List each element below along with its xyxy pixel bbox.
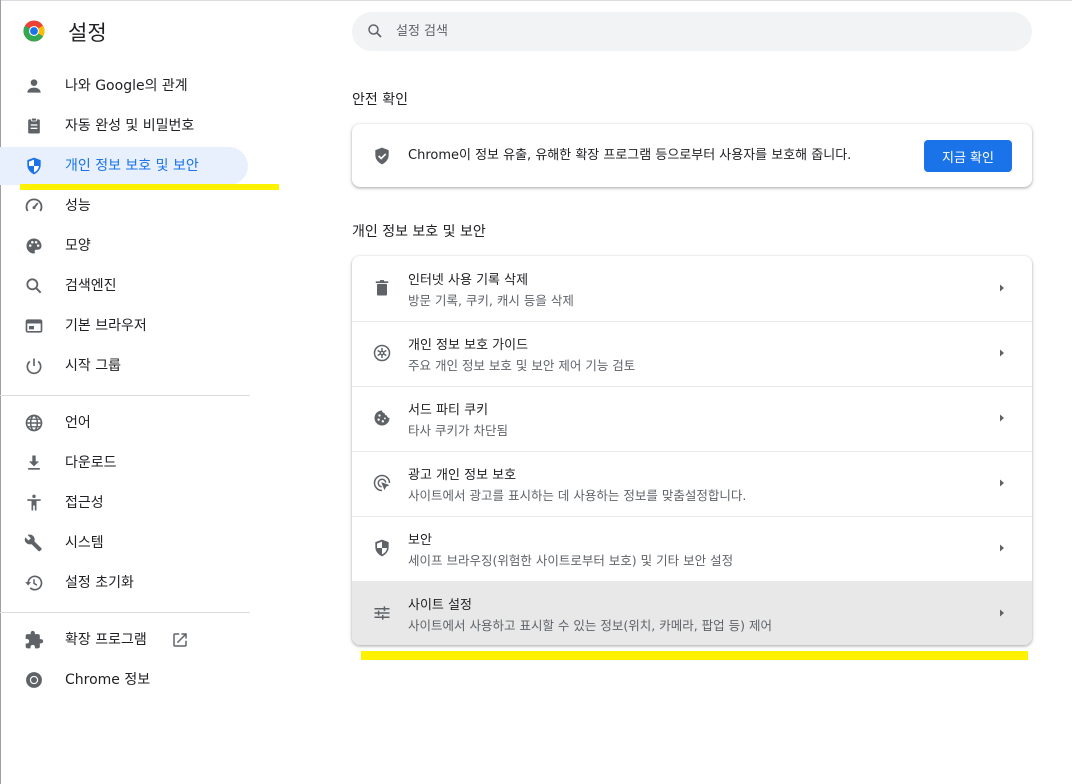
- privacy-section-title: 개인 정보 보호 및 보안: [352, 224, 486, 240]
- sidebar-item-label: 개인 정보 보호 및 보안: [65, 158, 199, 174]
- globe-icon: [25, 414, 43, 432]
- chevron-right-icon: [1000, 284, 1004, 292]
- check-now-button[interactable]: 지금 확인: [924, 140, 1012, 172]
- sidebar-item-system[interactable]: 시스템: [0, 524, 248, 562]
- sidebar-divider: [0, 395, 250, 396]
- history-icon: [25, 575, 43, 591]
- sidebar-item-label: 확장 프로그램: [65, 632, 147, 648]
- trash-icon: [375, 280, 389, 296]
- safety-check-card: Chrome이 정보 유출, 유해한 확장 프로그램 등으로부터 사용자를 보호…: [352, 124, 1032, 187]
- row-third-party-cookies[interactable]: 서드 파티 쿠키 타사 쿠키가 차단됨: [352, 386, 1032, 451]
- sidebar-divider: [0, 612, 250, 613]
- search-input[interactable]: [396, 12, 996, 51]
- safety-check-section-title: 안전 확인: [352, 92, 408, 108]
- sidebar-item-you-and-google[interactable]: 나와 Google의 관계: [0, 67, 248, 105]
- chevron-right-icon: [1000, 479, 1004, 487]
- search-icon: [26, 278, 42, 294]
- chrome-icon: [26, 672, 42, 688]
- row-subtitle: 방문 기록, 쿠키, 캐시 등을 삭제: [408, 293, 574, 308]
- row-subtitle: 사이트에서 사용하고 표시할 수 있는 정보(위치, 카메라, 팝업 등) 제어: [408, 618, 772, 633]
- sidebar-item-label: 시작 그룹: [65, 358, 121, 374]
- sidebar-item-on-startup[interactable]: 시작 그룹: [0, 347, 248, 385]
- row-divider: [352, 516, 1032, 517]
- top-border: [0, 0, 1072, 1]
- row-title: 광고 개인 정보 보호: [408, 468, 517, 483]
- row-clear-browsing-data[interactable]: 인터넷 사용 기록 삭제 방문 기록, 쿠키, 캐시 등을 삭제: [352, 256, 1032, 321]
- sidebar-item-default-browser[interactable]: 기본 브라우저: [0, 307, 248, 345]
- guide-icon: [373, 344, 391, 362]
- palette-icon: [26, 238, 42, 254]
- row-privacy-guide[interactable]: 개인 정보 보호 가이드 주요 개인 정보 보호 및 보안 제어 기능 검토: [352, 321, 1032, 386]
- row-subtitle: 타사 쿠키가 차단됨: [408, 423, 508, 438]
- sidebar-item-label: 검색엔진: [65, 278, 117, 294]
- chevron-right-icon: [1000, 609, 1004, 617]
- page-title: 설정: [68, 21, 107, 45]
- sidebar-item-label: 시스템: [65, 535, 104, 551]
- sidebar-item-label: 자동 완성 및 비밀번호: [65, 118, 195, 134]
- open-in-new-icon[interactable]: [171, 631, 189, 649]
- row-divider: [352, 386, 1032, 387]
- row-site-settings[interactable]: 사이트 설정 사이트에서 사용하고 표시할 수 있는 정보(위치, 카메라, 팝…: [352, 581, 1032, 645]
- search-icon: [368, 24, 382, 38]
- shield-check-icon: [375, 147, 389, 165]
- row-subtitle: 사이트에서 광고를 표시하는 데 사용하는 정보를 맞춤설정합니다.: [408, 488, 747, 503]
- ad-privacy-icon: [373, 474, 391, 492]
- row-subtitle: 주요 개인 정보 보호 및 보안 제어 기능 검토: [408, 358, 636, 373]
- sidebar-item-reset-settings[interactable]: 설정 초기화: [0, 564, 248, 602]
- sidebar-item-privacy-security[interactable]: 개인 정보 보호 및 보안: [0, 147, 248, 185]
- chevron-right-icon: [1000, 349, 1004, 357]
- sidebar-item-appearance[interactable]: 모양: [0, 227, 248, 265]
- chevron-right-icon: [1000, 414, 1004, 422]
- cookie-icon: [374, 410, 390, 426]
- row-title: 서드 파티 쿠키: [408, 403, 489, 418]
- row-ad-privacy[interactable]: 광고 개인 정보 보호 사이트에서 광고를 표시하는 데 사용하는 정보를 맞춤…: [352, 451, 1032, 516]
- chevron-right-icon: [1000, 544, 1004, 552]
- download-icon: [28, 455, 40, 470]
- sidebar-item-languages[interactable]: 언어: [0, 404, 248, 442]
- row-security[interactable]: 보안 세이프 브라우징(위험한 사이트로부터 보호) 및 기타 보안 설정: [352, 516, 1032, 581]
- sidebar-item-search-engine[interactable]: 검색엔진: [0, 267, 248, 305]
- sidebar-item-extensions[interactable]: 확장 프로그램: [0, 621, 248, 659]
- security-shield-icon: [375, 539, 389, 557]
- sidebar-item-label: Chrome 정보: [65, 672, 151, 688]
- row-title: 보안: [408, 533, 432, 548]
- sidebar-item-label: 기본 브라우저: [65, 318, 147, 334]
- sidebar-item-label: 언어: [65, 415, 91, 431]
- accessibility-icon: [27, 494, 41, 511]
- row-title: 인터넷 사용 기록 삭제: [408, 273, 529, 288]
- sidebar-item-label: 접근성: [65, 495, 104, 511]
- sidebar-item-label: 나와 Google의 관계: [65, 78, 188, 94]
- row-divider: [352, 581, 1032, 582]
- row-divider: [352, 451, 1032, 452]
- row-title: 개인 정보 보호 가이드: [408, 338, 529, 353]
- sidebar-item-label: 성능: [65, 198, 91, 214]
- shield-icon: [27, 157, 41, 175]
- clipboard-icon: [28, 117, 40, 134]
- privacy-security-card: 인터넷 사용 기록 삭제 방문 기록, 쿠키, 캐시 등을 삭제 개인 정보 보…: [352, 256, 1032, 645]
- row-divider: [352, 321, 1032, 322]
- speedometer-icon: [25, 198, 43, 212]
- highlight-mark-site-settings: [361, 651, 1028, 660]
- sidebar-item-label: 설정 초기화: [65, 575, 134, 591]
- chrome-logo-icon: [23, 20, 45, 42]
- tune-icon: [374, 606, 390, 620]
- safety-check-description: Chrome이 정보 유출, 유해한 확장 프로그램 등으로부터 사용자를 보호…: [408, 148, 852, 163]
- wrench-icon: [24, 534, 42, 552]
- sidebar-item-about-chrome[interactable]: Chrome 정보: [0, 661, 248, 699]
- sidebar-item-label: 다운로드: [65, 455, 117, 471]
- sidebar-item-performance[interactable]: 성능: [0, 187, 248, 225]
- sidebar-item-label: 모양: [65, 238, 91, 254]
- browser-icon: [25, 319, 43, 333]
- row-subtitle: 세이프 브라우징(위험한 사이트로부터 보호) 및 기타 보안 설정: [408, 553, 734, 568]
- row-title: 사이트 설정: [408, 598, 472, 613]
- sidebar-item-accessibility[interactable]: 접근성: [0, 484, 248, 522]
- sidebar-item-autofill[interactable]: 자동 완성 및 비밀번호: [0, 107, 248, 145]
- power-icon: [26, 358, 42, 375]
- search-box[interactable]: [352, 12, 1032, 51]
- person-icon: [27, 79, 41, 93]
- puzzle-icon: [25, 630, 44, 649]
- sidebar-item-downloads[interactable]: 다운로드: [0, 444, 248, 482]
